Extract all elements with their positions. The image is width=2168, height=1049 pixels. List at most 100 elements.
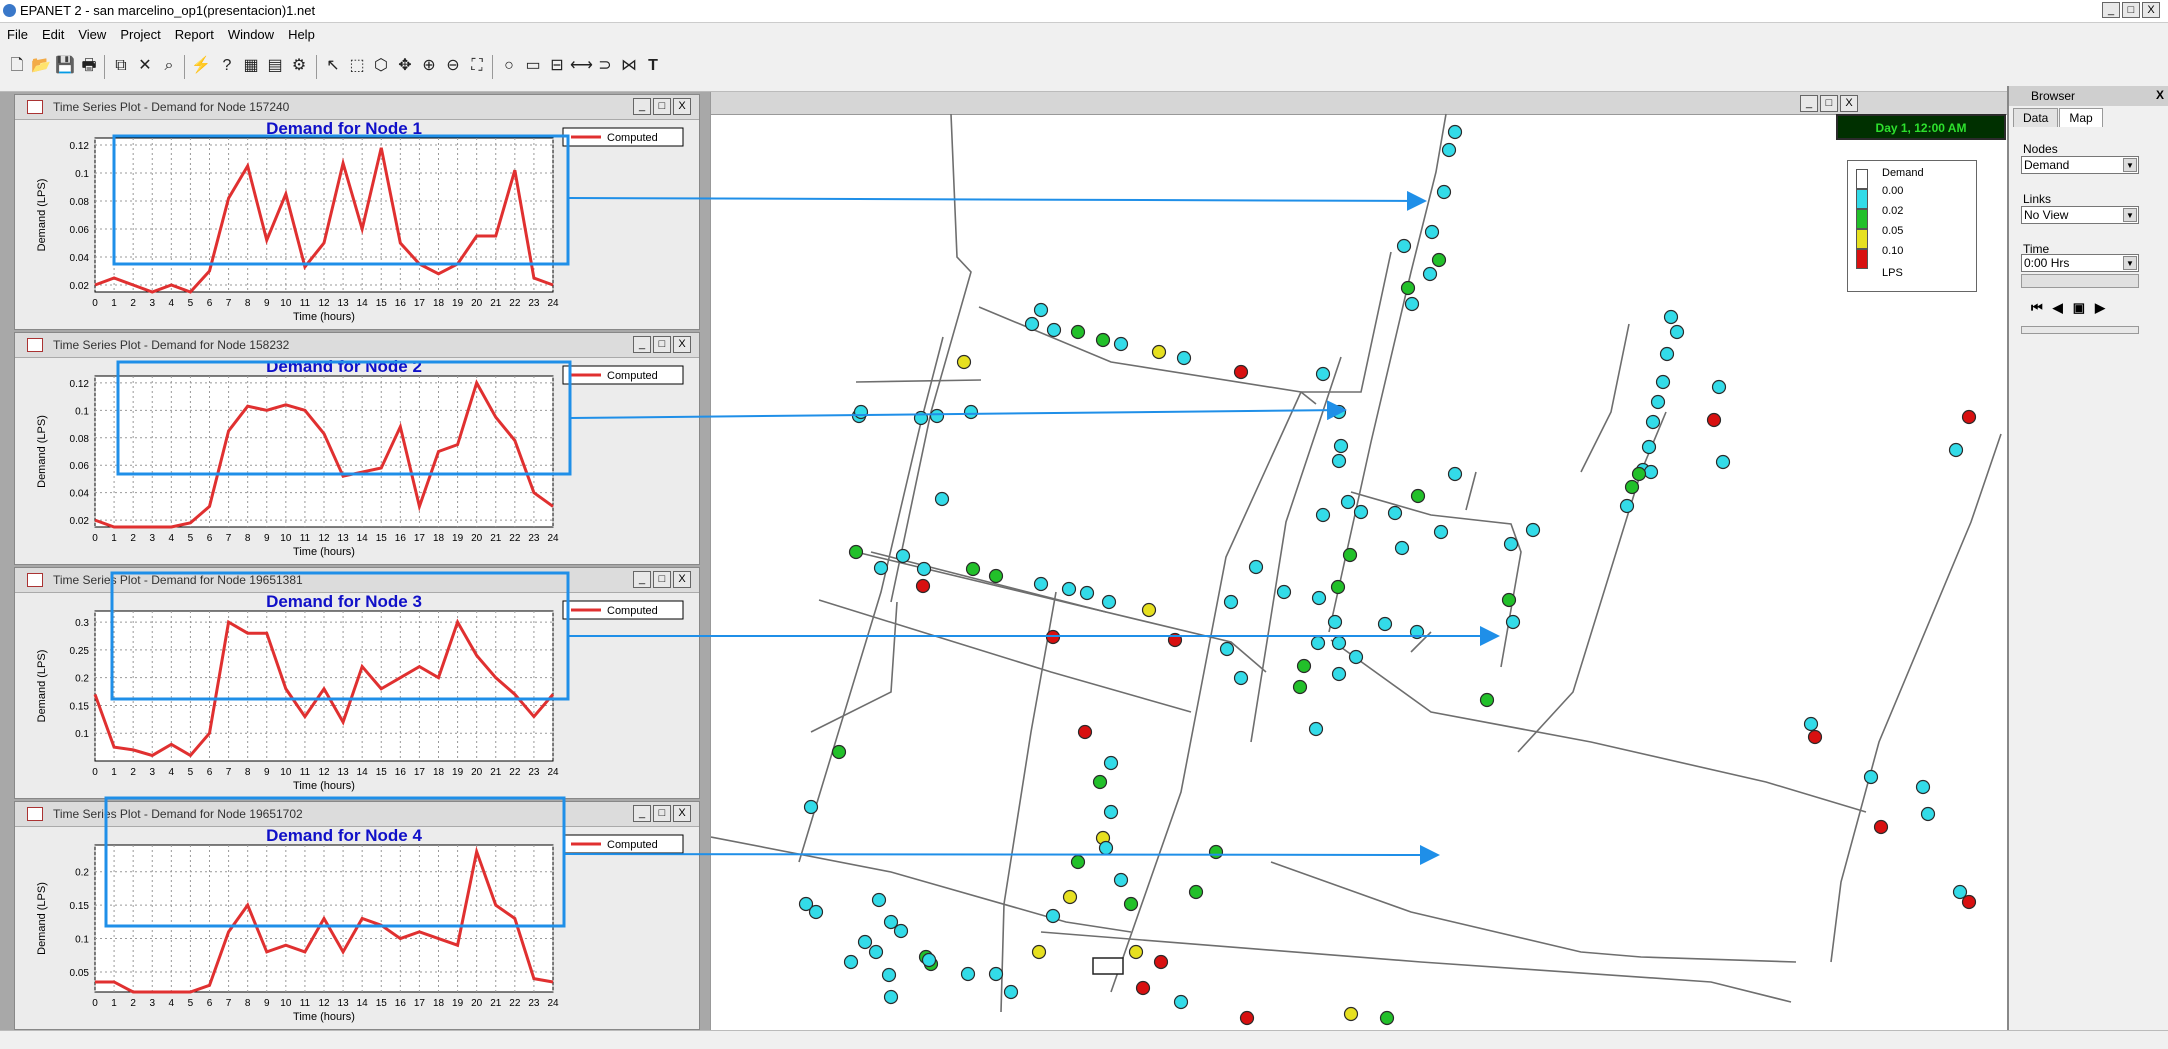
print-icon[interactable]: 🖶 xyxy=(78,55,100,77)
plot-window-titlebar[interactable]: Time Series Plot - Demand for Node 19651… xyxy=(15,568,699,593)
add-valve-icon[interactable]: ⋈ xyxy=(618,55,640,77)
junction-node xyxy=(1343,1006,1359,1022)
add-pipe-icon[interactable]: ⟷ xyxy=(570,55,593,77)
select-region-icon[interactable]: ⬡ xyxy=(370,55,392,77)
zoom-in-icon[interactable]: ⊕ xyxy=(418,55,440,77)
junction-node xyxy=(1098,840,1114,856)
menu-window[interactable]: Window xyxy=(221,27,281,42)
open-folder-icon[interactable]: 📂 xyxy=(30,55,52,77)
reservoir-node xyxy=(1092,957,1124,975)
maximize-button[interactable]: □ xyxy=(653,805,671,822)
run-icon[interactable]: ⚡ xyxy=(190,55,212,77)
junction-node xyxy=(808,904,824,920)
minimize-button[interactable]: _ xyxy=(2102,2,2120,18)
rewind-icon[interactable]: ⏮ xyxy=(2031,300,2043,316)
stop-icon[interactable]: ▣ xyxy=(2073,300,2085,316)
horizontal-scrollbar[interactable] xyxy=(0,1030,2168,1049)
close-button[interactable]: X xyxy=(673,805,691,822)
tab-data[interactable]: Data xyxy=(2013,108,2059,127)
step-back-icon[interactable]: ◀ xyxy=(2053,300,2063,316)
maximize-button[interactable]: □ xyxy=(653,336,671,353)
junction-node xyxy=(1123,896,1139,912)
options-icon[interactable]: ⚙ xyxy=(288,55,310,77)
time-series-window-4[interactable]: Time Series Plot - Demand for Node 19651… xyxy=(14,801,700,1030)
pipe xyxy=(1040,931,1792,1003)
time-series-window-3[interactable]: Time Series Plot - Demand for Node 19651… xyxy=(14,567,700,799)
x-tick-label: 14 xyxy=(357,998,369,1009)
new-file-icon[interactable]: 🗋 xyxy=(6,55,28,77)
menu-file[interactable]: File xyxy=(0,27,35,42)
graph-icon[interactable]: ▦ xyxy=(240,55,262,77)
add-reservoir-icon[interactable]: ▭ xyxy=(522,55,544,77)
delete-icon[interactable]: ✕ xyxy=(134,55,156,77)
menu-project[interactable]: Project xyxy=(113,27,167,42)
nodes-select[interactable]: Demand ▼ xyxy=(2021,156,2139,174)
plot-window-titlebar[interactable]: Time Series Plot - Demand for Node 15823… xyxy=(15,333,699,358)
query-icon[interactable]: ? xyxy=(216,55,238,77)
plot-window-titlebar[interactable]: Time Series Plot - Demand for Node 19651… xyxy=(15,802,699,827)
save-icon[interactable]: 💾 xyxy=(54,55,76,77)
junction-node xyxy=(1624,479,1640,495)
junction-node xyxy=(1045,629,1061,645)
junction-node xyxy=(1315,366,1331,382)
pan-icon[interactable]: ✥ xyxy=(394,55,416,77)
close-icon[interactable]: X xyxy=(2156,88,2164,102)
time-scrollbar[interactable] xyxy=(2021,274,2139,288)
network-map[interactable] xyxy=(711,92,2008,1030)
animation-speed-slider[interactable] xyxy=(2021,326,2139,334)
x-tick-label: 21 xyxy=(490,767,502,778)
junction-node xyxy=(1503,536,1519,552)
chevron-down-icon: ▼ xyxy=(2123,158,2137,172)
play-forward-icon[interactable]: ▶ xyxy=(2095,300,2105,316)
close-button[interactable]: X xyxy=(673,98,691,115)
close-button[interactable]: X xyxy=(673,571,691,588)
close-button[interactable]: X xyxy=(673,336,691,353)
find-icon[interactable]: ⌕ xyxy=(158,55,180,77)
zoom-out-icon[interactable]: ⊖ xyxy=(442,55,464,77)
junction-node xyxy=(1920,806,1936,822)
plot-window-titlebar[interactable]: Time Series Plot - Demand for Node 15724… xyxy=(15,95,699,120)
add-junction-icon[interactable]: ○ xyxy=(498,55,520,77)
minimize-button[interactable]: _ xyxy=(633,805,651,822)
add-pump-icon[interactable]: ⊃ xyxy=(594,55,616,77)
graph-icon xyxy=(27,100,43,114)
menu-edit[interactable]: Edit xyxy=(35,27,71,42)
junction-node xyxy=(1219,641,1235,657)
copy-icon[interactable]: ⧉ xyxy=(110,55,132,77)
maximize-button[interactable]: □ xyxy=(653,571,671,588)
minimize-button[interactable]: _ xyxy=(633,98,651,115)
junction-node xyxy=(1095,332,1111,348)
time-select[interactable]: 0:00 Hrs ▼ xyxy=(2021,254,2139,272)
menu-help[interactable]: Help xyxy=(281,27,322,42)
junction-node xyxy=(1188,884,1204,900)
y-tick-label: 0.1 xyxy=(75,729,89,740)
x-tick-label: 14 xyxy=(357,533,369,544)
time-series-window-2[interactable]: Time Series Plot - Demand for Node 15823… xyxy=(14,332,700,565)
select-object-icon[interactable]: ↖ xyxy=(322,55,344,77)
minimize-button[interactable]: _ xyxy=(633,336,651,353)
close-button[interactable]: X xyxy=(2142,2,2160,18)
x-tick-label: 10 xyxy=(280,767,292,778)
maximize-button[interactable]: □ xyxy=(2122,2,2140,18)
x-tick-label: 18 xyxy=(433,533,445,544)
minimize-button[interactable]: _ xyxy=(633,571,651,588)
maximize-button[interactable]: □ xyxy=(653,98,671,115)
junction-node xyxy=(1348,649,1364,665)
add-tank-icon[interactable]: ⊟ xyxy=(546,55,568,77)
junction-node xyxy=(1128,944,1144,960)
junction-node xyxy=(929,408,945,424)
table-icon[interactable]: ▤ xyxy=(264,55,286,77)
y-axis-label: Demand (LPS) xyxy=(36,882,48,955)
time-series-window-1[interactable]: Time Series Plot - Demand for Node 15724… xyxy=(14,94,700,330)
network-map-window[interactable]: _ □ X Day 1, 12:00 AM Demand 0.00 0.02 0.0… xyxy=(710,92,2008,1030)
x-tick-label: 10 xyxy=(280,998,292,1009)
x-tick-label: 1 xyxy=(111,298,117,309)
links-select[interactable]: No View ▼ xyxy=(2021,206,2139,224)
tab-map[interactable]: Map xyxy=(2059,108,2103,127)
full-extent-icon[interactable]: ⛶ xyxy=(466,55,488,77)
add-label-icon[interactable]: T xyxy=(642,55,664,77)
select-vertex-icon[interactable]: ⬚ xyxy=(346,55,368,77)
menu-report[interactable]: Report xyxy=(168,27,221,42)
menu-view[interactable]: View xyxy=(71,27,113,42)
x-tick-label: 24 xyxy=(547,767,559,778)
